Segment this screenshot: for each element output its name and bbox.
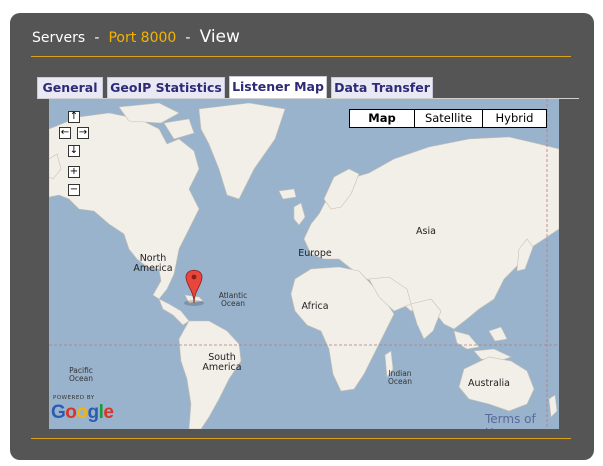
breadcrumb-separator: -	[94, 30, 100, 46]
map-type-map[interactable]: Map	[350, 110, 414, 127]
map-type-selector: Map Satellite Hybrid	[349, 109, 547, 128]
tab-geoip-statistics[interactable]: GeoIP Statistics	[107, 77, 225, 98]
breadcrumb: Servers - Port 8000 - View	[32, 27, 240, 51]
pan-down-button[interactable]: ↓	[68, 145, 80, 157]
terms-of-use-link[interactable]: Terms of Use	[485, 412, 559, 429]
header-divider	[31, 56, 571, 57]
footer-divider	[31, 438, 571, 439]
pan-left-button[interactable]: ←	[59, 127, 71, 139]
breadcrumb-servers[interactable]: Servers	[32, 30, 85, 46]
pan-up-button[interactable]: ↑	[68, 111, 80, 123]
label-atlantic-ocean: Atlantic Ocean	[218, 291, 248, 308]
label-asia: Asia	[416, 226, 436, 237]
label-africa: Africa	[301, 301, 329, 312]
breadcrumb-port[interactable]: Port 8000	[108, 30, 176, 46]
breadcrumb-separator: -	[185, 30, 191, 46]
tab-listener-map[interactable]: Listener Map	[229, 76, 327, 99]
map-type-hybrid[interactable]: Hybrid	[482, 110, 546, 127]
zoom-in-button[interactable]: +	[68, 166, 80, 178]
map-type-satellite[interactable]: Satellite	[414, 110, 482, 127]
google-logo[interactable]: Google	[51, 402, 114, 424]
tab-data-transfer[interactable]: Data Transfer	[331, 77, 433, 98]
label-pacific-ocean: Pacific Ocean	[69, 366, 93, 383]
label-south-america: South America	[202, 352, 242, 373]
label-north-america: North America	[133, 253, 173, 274]
label-europe: Europe	[298, 248, 332, 259]
server-panel: Servers - Port 8000 - View General GeoIP…	[10, 13, 594, 460]
pan-right-button[interactable]: →	[77, 127, 89, 139]
page-title: View	[199, 27, 240, 47]
label-indian-ocean: Indian Ocean	[388, 369, 412, 386]
listener-map[interactable]: ↑ ← → ↓ + − Map Satellite Hybrid North A…	[49, 99, 559, 429]
zoom-out-button[interactable]: −	[68, 184, 80, 196]
powered-by-label: POWERED BY	[53, 395, 95, 401]
tab-general[interactable]: General	[37, 77, 103, 98]
label-australia: Australia	[467, 378, 511, 389]
